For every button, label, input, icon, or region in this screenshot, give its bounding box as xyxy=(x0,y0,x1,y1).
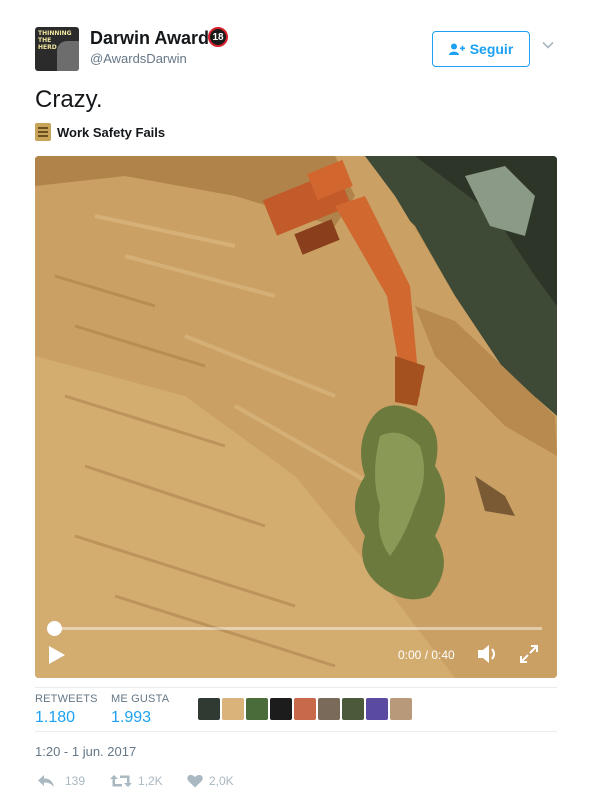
reply-button[interactable]: 139 xyxy=(37,774,85,788)
likes-count[interactable]: 1.993 xyxy=(111,709,151,727)
play-icon[interactable] xyxy=(48,645,66,665)
liker-avatar[interactable] xyxy=(294,698,316,720)
retweet-button[interactable]: 1,2K xyxy=(110,774,163,788)
volume-icon[interactable] xyxy=(477,644,499,664)
follow-button[interactable]: Seguir xyxy=(432,31,530,67)
divider-top xyxy=(35,687,557,688)
video-frame xyxy=(35,156,557,678)
avatar-figure xyxy=(57,41,79,71)
card-label: Work Safety Fails xyxy=(57,124,166,140)
liker-avatar[interactable] xyxy=(222,698,244,720)
tweet-timestamp[interactable]: 1:20 - 1 jun. 2017 xyxy=(35,744,136,759)
liker-avatar[interactable] xyxy=(366,698,388,720)
liker-avatar[interactable] xyxy=(270,698,292,720)
retweets-count[interactable]: 1.180 xyxy=(35,709,75,727)
divider-middle xyxy=(35,731,557,732)
reply-icon xyxy=(38,775,54,787)
tweet-text: Crazy. xyxy=(35,86,103,113)
heart-icon xyxy=(187,774,203,788)
like-button[interactable]: 2,0K xyxy=(187,774,234,788)
progress-track[interactable] xyxy=(54,627,542,630)
liker-avatar[interactable] xyxy=(318,698,340,720)
add-user-icon xyxy=(448,43,465,55)
video-player[interactable]: 0:00 / 0:40 xyxy=(35,156,557,678)
user-handle[interactable]: @AwardsDarwin xyxy=(90,51,187,66)
liker-avatar[interactable] xyxy=(342,698,364,720)
follow-label: Seguir xyxy=(469,41,514,57)
display-name[interactable]: Darwin Award xyxy=(90,28,209,49)
liker-avatar[interactable] xyxy=(198,698,220,720)
chevron-down-icon[interactable] xyxy=(541,38,555,52)
reply-count: 139 xyxy=(65,774,86,788)
retweet-icon xyxy=(110,775,132,787)
scroll-emoji-icon xyxy=(35,123,51,141)
avatar[interactable]: THINNING THE HERD xyxy=(35,27,79,71)
video-time: 0:00 / 0:40 xyxy=(398,648,455,662)
like-count: 2,0K xyxy=(209,774,234,788)
progress-knob[interactable] xyxy=(47,621,62,636)
liker-avatars xyxy=(198,698,412,720)
likes-label: ME GUSTA xyxy=(111,693,170,705)
age-badge: 18 xyxy=(208,27,228,47)
fullscreen-icon[interactable] xyxy=(519,644,539,664)
retweets-label: RETWEETS xyxy=(35,693,98,705)
liker-avatar[interactable] xyxy=(390,698,412,720)
card-link[interactable]: Work Safety Fails xyxy=(35,123,165,141)
retweet-count: 1,2K xyxy=(138,774,163,788)
liker-avatar[interactable] xyxy=(246,698,268,720)
